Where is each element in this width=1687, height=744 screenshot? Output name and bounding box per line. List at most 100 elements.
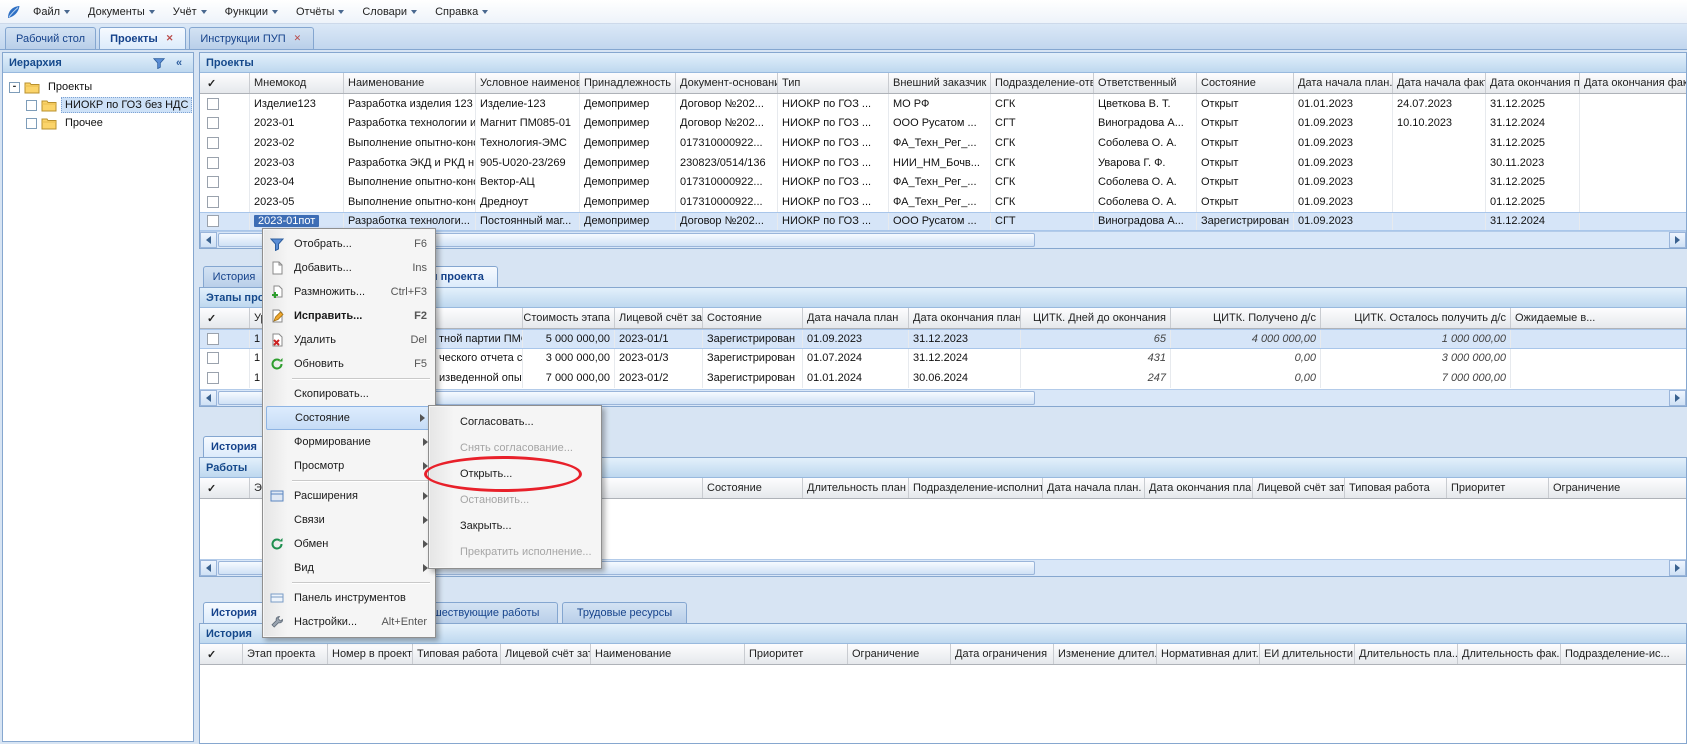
- row-checkbox[interactable]: [207, 176, 219, 188]
- menu-item[interactable]: Обмен: [264, 532, 434, 556]
- column-header[interactable]: Длительность пла...: [1355, 644, 1458, 664]
- column-header[interactable]: ✓: [200, 478, 250, 498]
- main-tab[interactable]: Проекты✕: [99, 27, 186, 49]
- column-header[interactable]: Лицевой счёт затр...: [1253, 478, 1345, 498]
- menu-item[interactable]: Просмотр: [264, 454, 434, 478]
- column-header[interactable]: Лицевой счёт затр...: [501, 644, 591, 664]
- column-header[interactable]: Длительность план: [803, 478, 909, 498]
- scroll-left-icon[interactable]: [200, 390, 217, 406]
- column-header[interactable]: Состояние: [703, 478, 803, 498]
- column-header[interactable]: Этап проекта: [243, 644, 328, 664]
- menu-item[interactable]: Исправить...F2: [264, 304, 434, 328]
- row-checkbox[interactable]: [207, 372, 219, 384]
- column-header[interactable]: ✓: [200, 73, 250, 93]
- tree-node[interactable]: -Проекты: [5, 78, 191, 96]
- column-header[interactable]: Приоритет: [745, 644, 848, 664]
- column-header[interactable]: Внешний заказчик: [889, 73, 991, 93]
- column-header[interactable]: Наименование: [591, 644, 745, 664]
- column-header[interactable]: Длительность фак...: [1458, 644, 1561, 664]
- menu-item[interactable]: Размножить...Ctrl+F3: [264, 280, 434, 304]
- column-header[interactable]: Состояние: [1197, 73, 1294, 93]
- column-header[interactable]: Дата окончания план: [1145, 478, 1253, 498]
- section-tab[interactable]: История: [203, 266, 265, 287]
- close-icon[interactable]: ✕: [292, 33, 304, 44]
- column-header[interactable]: Условное наименован...: [476, 73, 580, 93]
- table-row[interactable]: Изделие123Разработка изделия 123Изделие-…: [200, 94, 1686, 114]
- column-header[interactable]: Наименование: [344, 73, 476, 93]
- submenu-item[interactable]: Прекратить исполнение...: [430, 539, 600, 565]
- row-checkbox[interactable]: [207, 352, 219, 364]
- table-row[interactable]: 2023-02Выполнение опытно-конс...Технолог…: [200, 133, 1686, 153]
- column-header[interactable]: Дата начала план: [803, 308, 909, 328]
- filter-icon[interactable]: [151, 55, 167, 70]
- table-row[interactable]: 2023-04Выполнение опытно-конс...Вектор-А…: [200, 172, 1686, 192]
- menu-item[interactable]: Состояние: [266, 406, 432, 430]
- table-row[interactable]: 2023-03Разработка ЭКД и РКД н...905-U020…: [200, 153, 1686, 173]
- column-header[interactable]: Подразделение-отв...: [991, 73, 1094, 93]
- menu-item[interactable]: Вид: [264, 556, 434, 580]
- row-checkbox[interactable]: [207, 196, 219, 208]
- column-header[interactable]: ЦИТК. Осталось получить д/с: [1321, 308, 1511, 328]
- column-header[interactable]: Лицевой счёт затрат: [615, 308, 703, 328]
- column-header[interactable]: Ограничение: [1549, 478, 1686, 498]
- menu-item[interactable]: Настройки...Alt+Enter: [264, 610, 434, 634]
- row-checkbox[interactable]: [207, 98, 219, 110]
- main-tab[interactable]: Инструкции ПУП✕: [189, 27, 314, 49]
- column-header[interactable]: Документ-основани...: [676, 73, 778, 93]
- column-header[interactable]: Ответственный: [1094, 73, 1197, 93]
- submenu-item[interactable]: Закрыть...: [430, 513, 600, 539]
- menubar-item[interactable]: Справка: [426, 0, 497, 23]
- section-tab[interactable]: Трудовые ресурсы: [562, 602, 687, 623]
- column-header[interactable]: [435, 308, 523, 328]
- tree-expander-icon[interactable]: [26, 100, 37, 111]
- column-header[interactable]: Изменение длител...: [1054, 644, 1157, 664]
- tree-expander-icon[interactable]: [26, 118, 37, 129]
- column-header[interactable]: Дата окончания пла...: [1486, 73, 1580, 93]
- close-icon[interactable]: ✕: [164, 33, 176, 44]
- column-header[interactable]: ✓: [200, 644, 243, 664]
- submenu-item[interactable]: Согласовать...: [430, 409, 600, 435]
- row-checkbox[interactable]: [207, 117, 219, 129]
- column-header[interactable]: Состояние: [703, 308, 803, 328]
- menubar-item[interactable]: Файл: [24, 0, 79, 23]
- column-header[interactable]: Номер в проекте: [328, 644, 413, 664]
- menu-item[interactable]: Добавить...Ins: [264, 256, 434, 280]
- column-header[interactable]: Дата окончания фак...: [1580, 73, 1686, 93]
- menubar-item[interactable]: Функции: [216, 0, 287, 23]
- column-header[interactable]: Дата начала факт.: [1393, 73, 1486, 93]
- tree-expander-icon[interactable]: -: [9, 82, 20, 93]
- column-header[interactable]: ЦИТК. Получено д/с: [1171, 308, 1321, 328]
- column-header[interactable]: Стоимость этапа: [523, 308, 615, 328]
- tree-node[interactable]: НИОКР по ГОЗ без НДС: [5, 96, 191, 114]
- table-row[interactable]: 2023-05Выполнение опытно-конс...Дредноут…: [200, 192, 1686, 212]
- column-header[interactable]: Дата начала план.: [1294, 73, 1393, 93]
- collapse-panel-button[interactable]: «: [171, 55, 187, 70]
- column-header[interactable]: ЕИ длительности: [1260, 644, 1355, 664]
- scroll-left-icon[interactable]: [200, 560, 217, 576]
- submenu-item[interactable]: Открыть...: [430, 461, 600, 487]
- menu-item[interactable]: Связи: [264, 508, 434, 532]
- menubar-item[interactable]: Словари: [353, 0, 426, 23]
- menu-item[interactable]: Скопировать...: [264, 382, 434, 406]
- menubar-item[interactable]: Документы: [79, 0, 164, 23]
- column-header[interactable]: Типовая работа: [1345, 478, 1447, 498]
- column-header[interactable]: Дата ограничения: [951, 644, 1054, 664]
- column-header[interactable]: Подразделение-исполнитель...: [909, 478, 1043, 498]
- section-tab[interactable]: История: [203, 602, 265, 623]
- column-header[interactable]: Ожидаемые в...: [1511, 308, 1686, 328]
- menubar-item[interactable]: Учёт: [164, 0, 216, 23]
- row-checkbox[interactable]: [207, 333, 219, 345]
- column-header[interactable]: ЦИТК. Дней до окончания: [1021, 308, 1171, 328]
- row-checkbox[interactable]: [207, 157, 219, 169]
- section-tab[interactable]: История: [203, 436, 265, 457]
- column-header[interactable]: Дата окончания план: [909, 308, 1021, 328]
- column-header[interactable]: Нормативная длит...: [1157, 644, 1260, 664]
- row-checkbox[interactable]: [207, 137, 219, 149]
- tree-node[interactable]: Прочее: [5, 114, 191, 132]
- table-row[interactable]: 2023-01Разработка технологии и...Магнит …: [200, 114, 1686, 134]
- column-header[interactable]: Дата начала план.: [1043, 478, 1145, 498]
- menu-item[interactable]: Отобрать...F6: [264, 232, 434, 256]
- scroll-right-icon[interactable]: [1669, 390, 1686, 406]
- column-header[interactable]: Подразделение-ис...: [1561, 644, 1686, 664]
- row-checkbox[interactable]: [207, 215, 219, 227]
